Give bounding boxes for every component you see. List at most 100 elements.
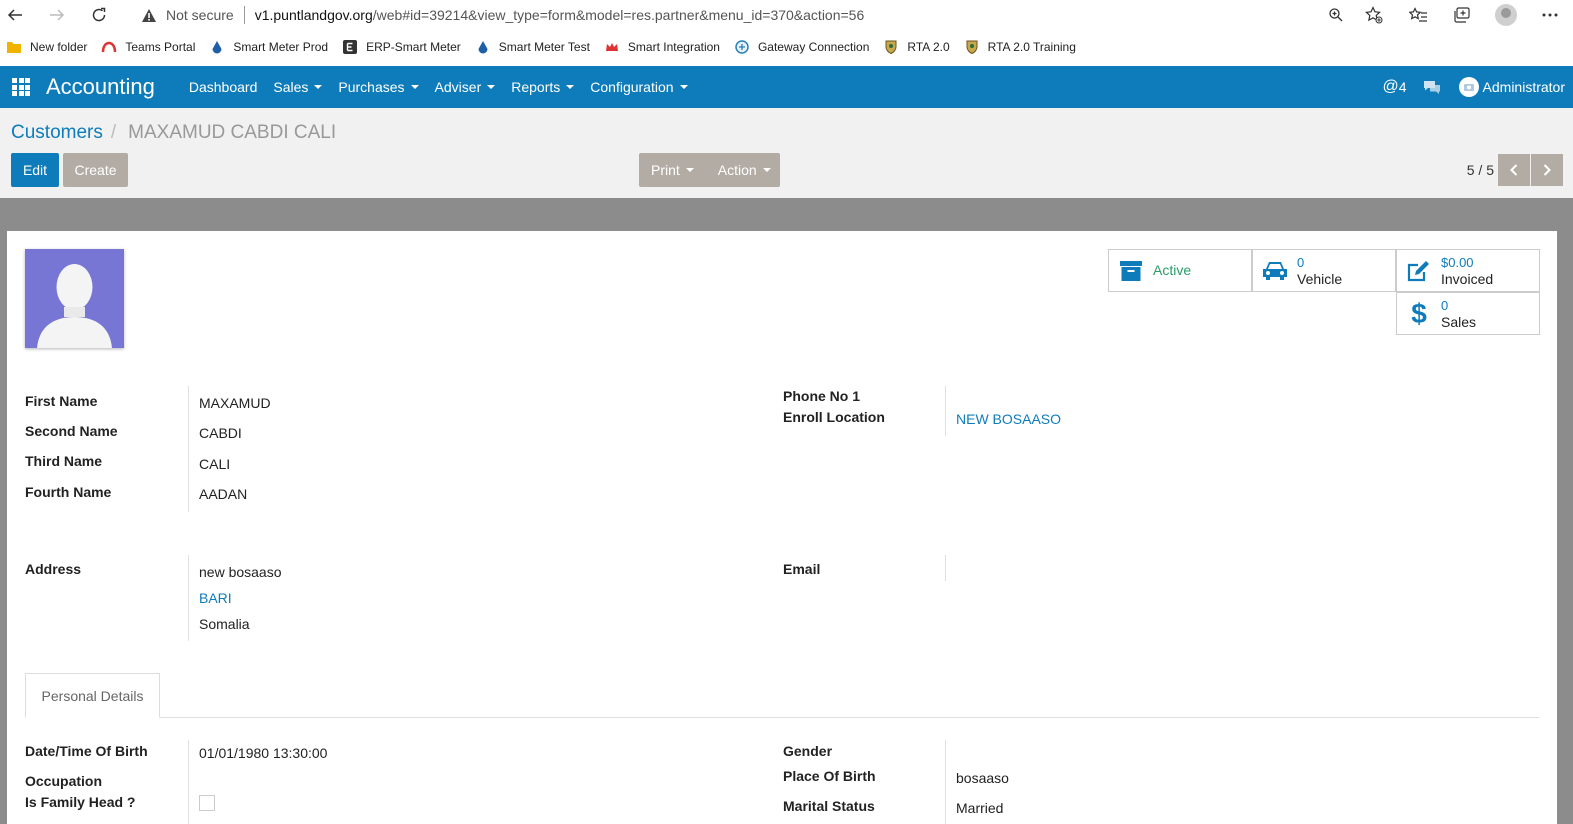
bookmark-new-folder[interactable]: New folder xyxy=(6,40,87,54)
zoom-icon[interactable] xyxy=(1321,0,1351,30)
marital-status-value: Married xyxy=(956,800,1004,816)
menu-configuration[interactable]: Configuration xyxy=(590,79,688,95)
bookmark-label: New folder xyxy=(30,40,88,54)
app-title[interactable]: Accounting xyxy=(46,74,155,100)
emblem-icon xyxy=(964,40,980,55)
profile-icon[interactable] xyxy=(1491,0,1521,30)
pager-previous-button[interactable] xyxy=(1498,154,1530,186)
field-divider xyxy=(945,740,946,824)
security-label: Not secure xyxy=(166,7,234,23)
second-name-value: CABDI xyxy=(199,425,242,441)
chat-icon[interactable] xyxy=(1423,80,1441,94)
bookmark-smart-integration[interactable]: Smart Integration xyxy=(604,40,720,54)
browser-actions xyxy=(1313,0,1573,30)
smart-buttons: Active 0 Vehicle $0.00 Invoiced $ 0 Sale… xyxy=(1108,249,1540,336)
pager-next-button[interactable] xyxy=(1531,154,1563,186)
pager-value[interactable]: 5 / 5 xyxy=(1467,162,1494,178)
address-label: Address xyxy=(25,561,82,577)
browser-toolbar: Not secure v1.puntlandgov.org/web#id=392… xyxy=(0,0,1573,30)
bookmark-label: Teams Portal xyxy=(125,40,196,54)
collections-icon[interactable] xyxy=(1447,0,1477,30)
menu-reports[interactable]: Reports xyxy=(511,79,575,95)
marital-status-label: Marital Status xyxy=(783,798,875,814)
address-region-link[interactable]: BARI xyxy=(199,590,232,606)
breadcrumb-current: MAXAMUD CABDI CALI xyxy=(128,122,337,143)
user-name[interactable]: Administrator xyxy=(1483,79,1565,95)
bookmark-smart-meter-prod[interactable]: Smart Meter Prod xyxy=(209,40,328,54)
invoiced-button[interactable]: $0.00 Invoiced xyxy=(1396,249,1540,292)
car-icon xyxy=(1253,260,1297,282)
caret-down-icon xyxy=(410,85,419,89)
sales-label: Sales xyxy=(1441,313,1477,330)
create-button[interactable]: Create xyxy=(63,153,128,187)
bookmark-teams-portal[interactable]: Teams Portal xyxy=(101,40,195,54)
caret-down-icon xyxy=(566,85,575,89)
menu-adviser[interactable]: Adviser xyxy=(435,79,496,95)
enroll-location-link[interactable]: NEW BOSAASO xyxy=(956,411,1061,427)
favorites-icon[interactable] xyxy=(1403,0,1433,30)
add-favorite-icon[interactable] xyxy=(1359,0,1389,30)
bookmark-label: Gateway Connection xyxy=(757,40,870,54)
mention-count: 4 xyxy=(1398,79,1407,95)
forward-icon[interactable] xyxy=(42,0,72,30)
caret-down-icon xyxy=(762,168,771,172)
bookmark-gateway-connection[interactable]: Gateway Connection xyxy=(734,40,869,54)
bookmark-label: Smart Integration xyxy=(627,40,720,54)
birthplace-label: Place Of Birth xyxy=(783,768,876,784)
sales-button[interactable]: $ 0 Sales xyxy=(1396,292,1540,335)
bookmarks-bar: New folder Teams Portal Smart Meter Prod… xyxy=(0,33,1573,61)
caret-down-icon xyxy=(314,85,323,89)
action-dropdown[interactable]: Action xyxy=(706,162,783,178)
bookmark-label: RTA 2.0 Training xyxy=(987,40,1076,54)
bookmark-rta-2-0-training[interactable]: RTA 2.0 Training xyxy=(964,40,1076,55)
edit-icon xyxy=(1397,259,1441,283)
folder-icon xyxy=(6,40,22,54)
first-name-value: MAXAMUD xyxy=(199,395,271,411)
bookmark-smart-meter-test[interactable]: Smart Meter Test xyxy=(475,40,590,54)
menu-sales[interactable]: Sales xyxy=(273,79,323,95)
mentions-counter[interactable]: @ 4 xyxy=(1382,78,1406,96)
user-avatar-icon[interactable] xyxy=(1458,77,1479,97)
caret-down-icon xyxy=(679,85,688,89)
invoiced-label: Invoiced xyxy=(1441,270,1494,287)
url-text[interactable]: v1.puntlandgov.org/web#id=39214&view_typ… xyxy=(255,7,865,23)
fourth-name-value: AADAN xyxy=(199,486,248,502)
pager: 5 / 5 xyxy=(1467,154,1563,186)
bookmark-label: Smart Meter Test xyxy=(498,40,590,54)
email-label: Email xyxy=(783,561,821,577)
gender-label: Gender xyxy=(783,743,833,759)
address-country: Somalia xyxy=(199,616,250,632)
vehicle-count: 0 xyxy=(1297,254,1305,270)
more-options-icon[interactable] xyxy=(1535,0,1565,30)
vehicle-button[interactable]: 0 Vehicle xyxy=(1252,249,1396,292)
teams-portal-icon xyxy=(101,40,117,54)
print-dropdown[interactable]: Print xyxy=(639,162,706,178)
url-divider xyxy=(243,6,245,24)
warning-icon[interactable] xyxy=(140,6,158,24)
sales-count: 0 xyxy=(1441,297,1449,313)
breadcrumb-customers[interactable]: Customers xyxy=(11,122,103,144)
reload-icon[interactable] xyxy=(84,0,114,30)
customer-photo[interactable] xyxy=(25,249,124,348)
invoiced-amount: $0.00 xyxy=(1441,254,1474,270)
edit-button[interactable]: Edit xyxy=(11,153,59,187)
apps-grid-icon[interactable] xyxy=(12,78,30,96)
menu-purchases[interactable]: Purchases xyxy=(338,79,419,95)
field-divider xyxy=(945,555,946,581)
family-head-checkbox[interactable] xyxy=(199,795,215,811)
navbar-right: @ 4 Administrator xyxy=(1382,66,1573,108)
bookmark-label: Smart Meter Prod xyxy=(233,40,329,54)
address-bar[interactable]: Not secure v1.puntlandgov.org/web#id=392… xyxy=(140,3,1402,27)
back-icon[interactable] xyxy=(0,0,30,30)
bookmark-rta-2-0[interactable]: RTA 2.0 xyxy=(883,40,950,55)
field-divider xyxy=(188,386,189,512)
dob-label: Date/Time Of Birth xyxy=(25,743,148,759)
fourth-name-label: Fourth Name xyxy=(25,484,112,500)
active-toggle-button[interactable]: Active xyxy=(1108,249,1252,292)
bookmark-erp-smart-meter[interactable]: ERP-Smart Meter xyxy=(342,40,461,54)
control-panel: Customers / MAXAMUD CABDI CALI Edit Crea… xyxy=(0,108,1573,198)
menu-dashboard[interactable]: Dashboard xyxy=(189,79,258,95)
main-navbar: Accounting Dashboard Sales Purchases Adv… xyxy=(0,66,1573,108)
field-divider xyxy=(945,386,946,436)
tab-personal-details[interactable]: Personal Details xyxy=(25,673,160,718)
